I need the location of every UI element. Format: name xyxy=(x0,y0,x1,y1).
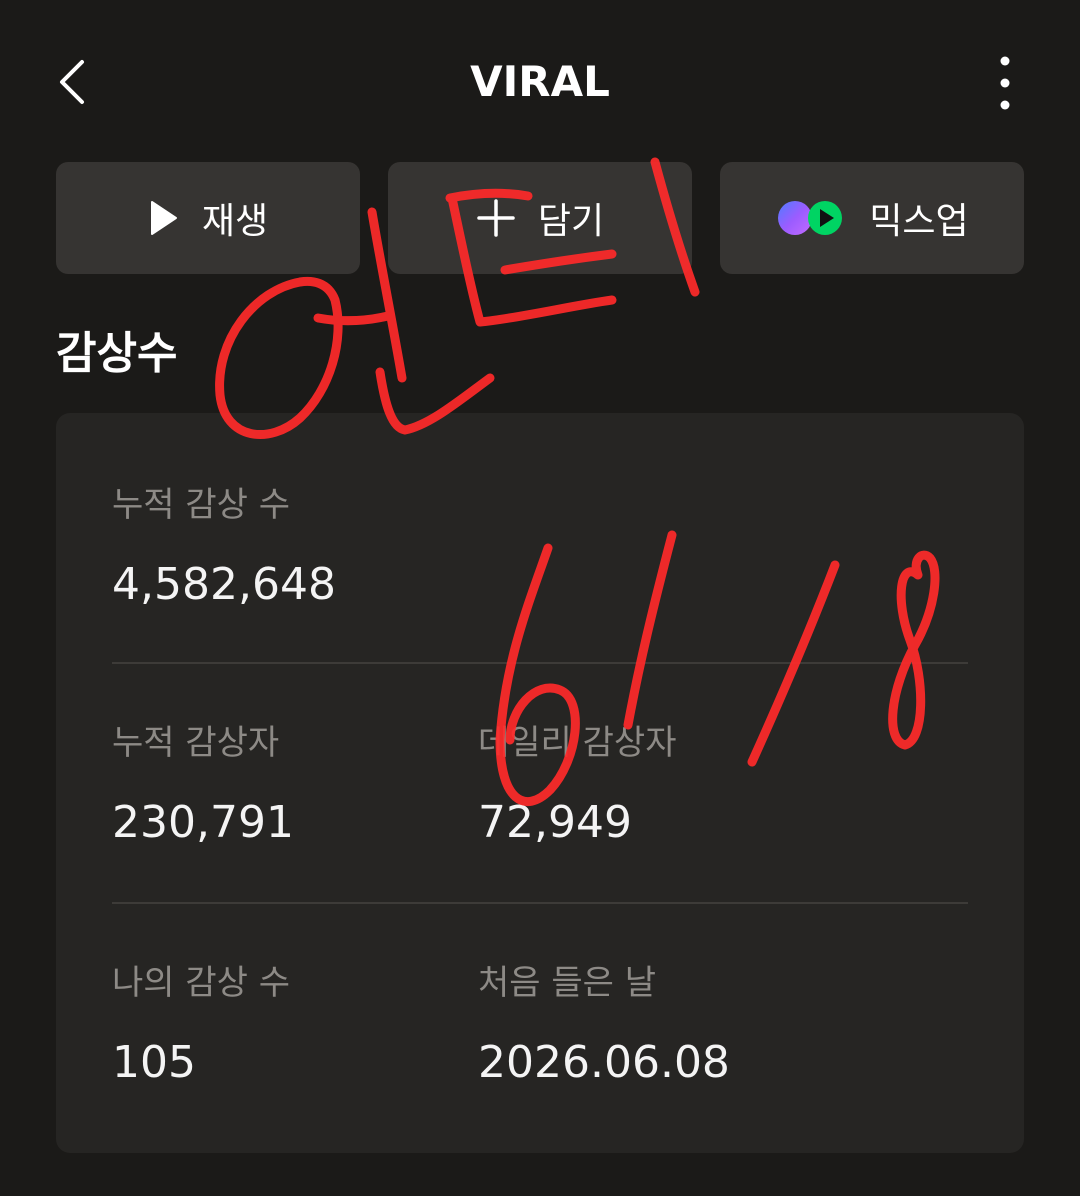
play-button-label: 재생 xyxy=(201,201,269,242)
mixup-button-label: 믹스업 xyxy=(869,201,969,242)
mixup-button[interactable]: 믹스업 xyxy=(720,162,1024,274)
first-listened-stat: 처음 들은 날 2026.06.08 xyxy=(478,959,730,1093)
total-plays-value: 4,582,648 xyxy=(112,559,336,610)
play-button[interactable]: 재생 xyxy=(56,162,360,274)
more-vertical-icon xyxy=(1000,56,1010,110)
my-plays-label: 나의 감상 수 xyxy=(112,963,291,1003)
stats-card: 누적 감상 수 4,582,648 누적 감상자 230,791 데일리 감상자… xyxy=(56,413,1024,1153)
app-header: VIRAL xyxy=(0,0,1080,166)
total-listeners-value: 230,791 xyxy=(112,797,294,848)
mixup-icon xyxy=(778,201,843,235)
daily-listeners-stat: 데일리 감상자 72,949 xyxy=(478,719,677,853)
more-options-button[interactable] xyxy=(985,52,1025,112)
first-listened-value: 2026.06.08 xyxy=(478,1037,730,1088)
total-listeners-stat: 누적 감상자 230,791 xyxy=(112,719,294,853)
stats-divider xyxy=(112,662,968,664)
daily-listeners-value: 72,949 xyxy=(478,797,632,848)
total-listeners-label: 누적 감상자 xyxy=(112,723,280,763)
handwriting-stroke xyxy=(313,311,393,326)
section-title: 감상수 xyxy=(56,328,178,379)
play-icon xyxy=(150,201,177,235)
page-title: VIRAL xyxy=(470,57,610,106)
add-to-playlist-button[interactable]: 담기 xyxy=(388,162,692,274)
my-plays-stat: 나의 감상 수 105 xyxy=(112,959,290,1093)
stats-divider xyxy=(112,902,968,904)
total-plays-stat: 누적 감상 수 4,582,648 xyxy=(112,481,336,615)
first-listened-label: 처음 들은 날 xyxy=(478,963,657,1003)
action-buttons: 재생 담기 믹스업 xyxy=(56,162,1024,274)
daily-listeners-label: 데일리 감상자 xyxy=(478,723,677,763)
add-button-label: 담기 xyxy=(537,201,605,242)
my-plays-value: 105 xyxy=(112,1037,196,1088)
plus-icon xyxy=(477,199,515,237)
total-plays-label: 누적 감상 수 xyxy=(112,485,291,525)
handwriting-stroke xyxy=(215,276,343,439)
